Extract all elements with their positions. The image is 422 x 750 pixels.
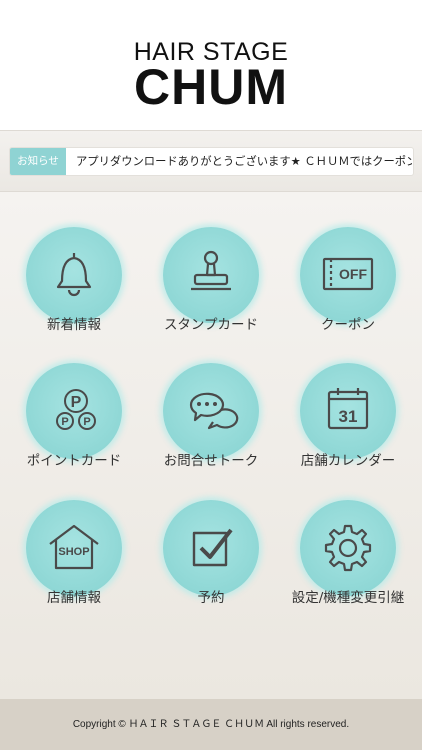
- menu-label: クーポン: [321, 317, 375, 333]
- menu-item-store-calendar[interactable]: 31 店舗カレンダー: [277, 363, 417, 483]
- news-text: アプリダウンロードありがとうございます★ ＣＨＵＭではクーポンやスタ: [76, 155, 412, 168]
- calendar-icon-text: 31: [339, 407, 358, 426]
- app-header: HAIR STAGE CHUM: [0, 0, 422, 130]
- gear-icon: [324, 524, 372, 572]
- calendar-icon: 31: [327, 388, 369, 430]
- chat-bubbles-icon: [189, 392, 239, 430]
- menu-circle: 31: [300, 363, 396, 459]
- menu-item-point-card[interactable]: P P P ポイントカード: [3, 363, 143, 483]
- menu-item-news[interactable]: 新着情報: [3, 227, 143, 347]
- menu-circle: P P P: [26, 363, 122, 459]
- news-ticker[interactable]: お知らせ アプリダウンロードありがとうございます★ ＣＨＵＭではクーポンやスタ: [9, 147, 414, 176]
- menu-circle: SHOP: [26, 500, 122, 596]
- menu-item-inquiry-talk[interactable]: お問合せトーク: [140, 363, 280, 483]
- menu-item-settings[interactable]: 設定/機種変更引継: [277, 500, 417, 620]
- logo-line-2: CHUM: [134, 59, 288, 115]
- menu-circle: [300, 500, 396, 596]
- menu-circle: [163, 500, 259, 596]
- bell-icon: [56, 253, 92, 297]
- menu-item-coupon[interactable]: OFF クーポン: [277, 227, 417, 347]
- points-icon: P P P: [56, 389, 96, 430]
- menu-item-reservation[interactable]: 予約: [140, 500, 280, 620]
- points-icon-text: P: [71, 394, 82, 411]
- checkbox-icon: [192, 528, 233, 567]
- menu-circle: OFF: [300, 227, 396, 323]
- menu-item-store-info[interactable]: SHOP 店舗情報: [3, 500, 143, 620]
- shop-icon: SHOP: [49, 524, 99, 570]
- shop-icon-text: SHOP: [58, 546, 89, 558]
- menu-item-stamp-card[interactable]: スタンプカード: [140, 227, 280, 347]
- points-icon-text: P: [61, 416, 68, 428]
- copyright-text: Copyright © ＨＡＩＲ ＳＴＡＧＥ ＣＨＵＭ All rights r…: [72, 719, 350, 730]
- coupon-icon-text: OFF: [339, 266, 367, 282]
- news-badge: お知らせ: [10, 148, 66, 175]
- menu-label: 店舗カレンダー: [300, 453, 396, 469]
- menu-grid: 新着情報 スタンプカード OFF クーポン P P P ポイントカード お問合せ…: [0, 192, 422, 699]
- menu-circle: [163, 227, 259, 323]
- points-icon-text: P: [83, 416, 90, 428]
- stamp-icon: [191, 250, 231, 291]
- menu-label: 設定/機種変更引継: [291, 590, 405, 606]
- menu-circle: [26, 227, 122, 323]
- footer: Copyright © ＨＡＩＲ ＳＴＡＧＥ ＣＨＵＭ All rights r…: [0, 699, 422, 750]
- menu-circle: [163, 363, 259, 459]
- coupon-icon: OFF: [322, 257, 374, 291]
